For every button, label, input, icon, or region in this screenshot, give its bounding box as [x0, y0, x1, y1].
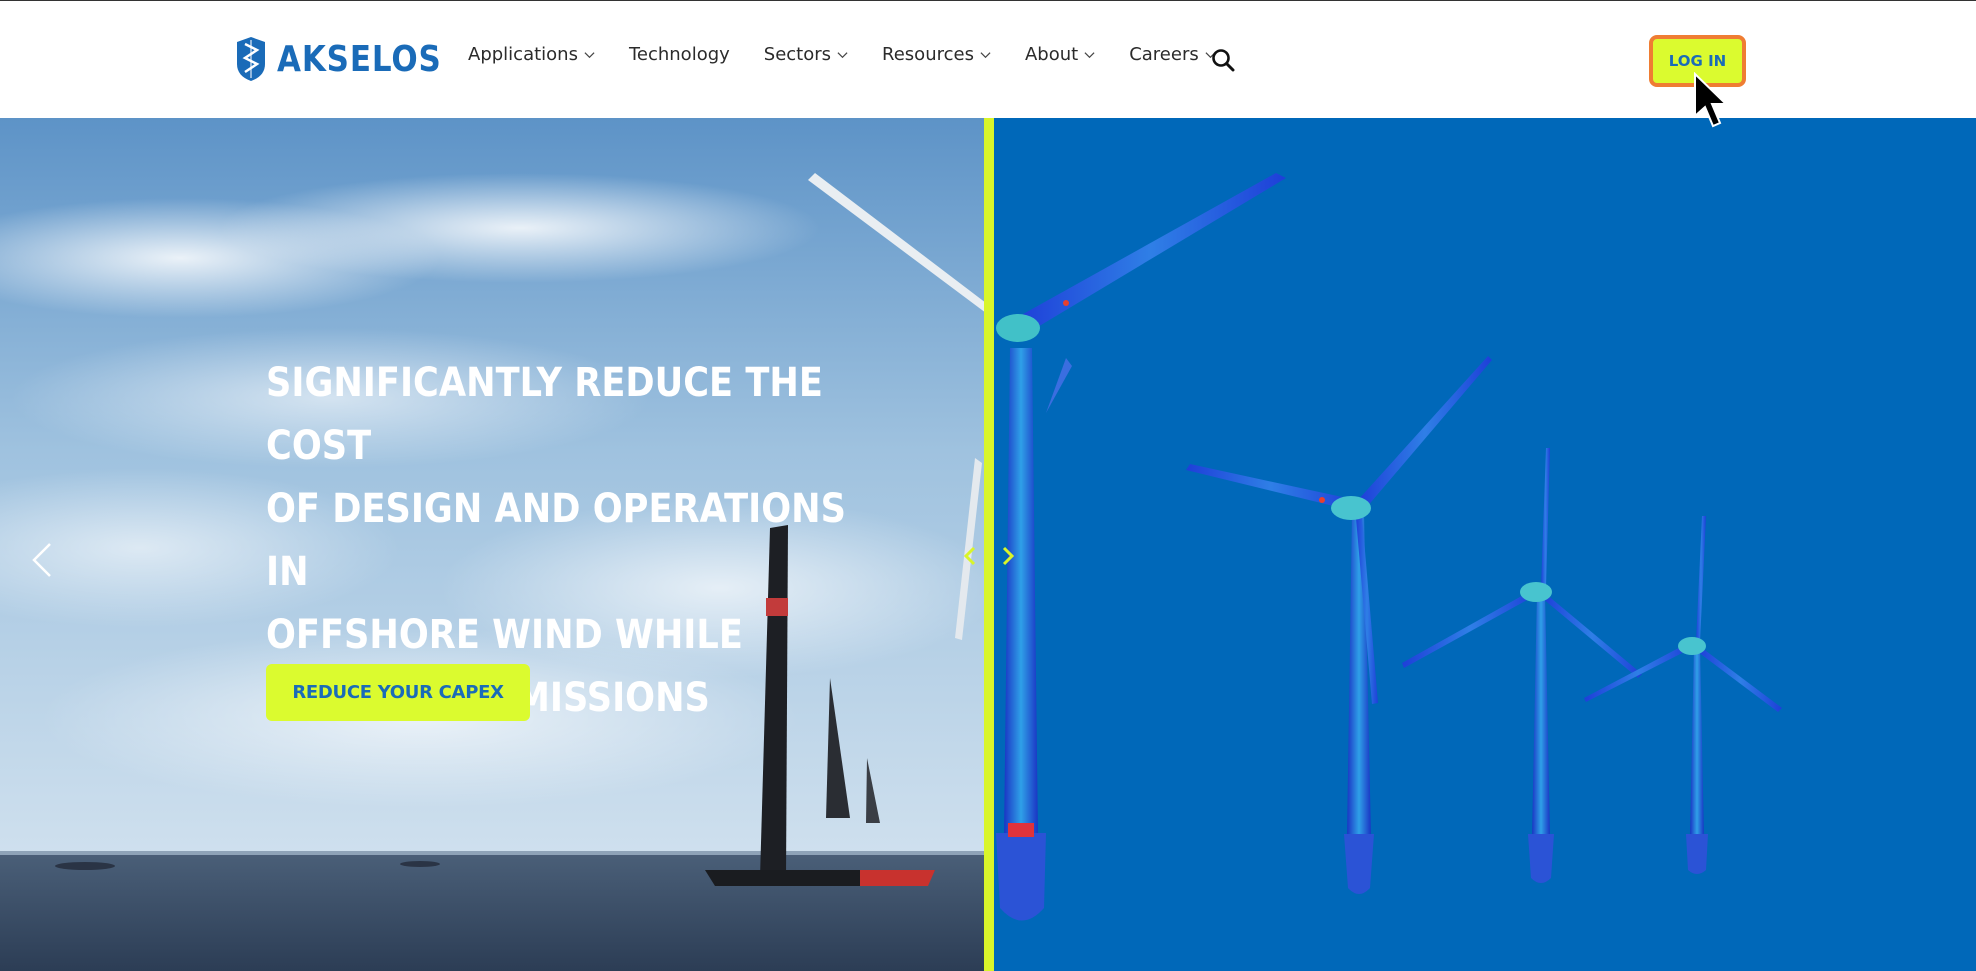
- chevron-down-icon: [1084, 52, 1095, 59]
- chevron-down-icon: [837, 52, 848, 59]
- nav-applications[interactable]: Applications: [468, 44, 595, 65]
- chevron-down-icon: [584, 52, 595, 59]
- nav-label: Sectors: [763, 44, 832, 65]
- nav-careers[interactable]: Careers: [1129, 44, 1216, 65]
- search-icon[interactable]: [1211, 48, 1235, 72]
- hero-slider: SIGNIFICANTLY REDUCE THE COST OF DESIGN …: [0, 118, 1976, 971]
- chevron-down-icon: [980, 52, 991, 59]
- nav-label: Careers: [1129, 44, 1199, 65]
- logo-shield-icon: [237, 37, 265, 81]
- headline-line: SIGNIFICANTLY REDUCE THE COST: [266, 360, 823, 469]
- mouse-cursor-icon: [1694, 72, 1729, 128]
- nav-label: About: [1024, 44, 1079, 65]
- chevron-left-icon[interactable]: [28, 540, 54, 580]
- akselos-logo[interactable]: AKSELOS: [233, 36, 468, 82]
- reduce-capex-button[interactable]: REDUCE YOUR CAPEX: [266, 664, 530, 721]
- nav-label: Resources: [882, 44, 974, 65]
- comparison-handle-icon[interactable]: [962, 544, 1016, 568]
- site-header: AKSELOS Applications Technology Sectors …: [0, 0, 1976, 118]
- main-nav: Applications Technology Sectors Resource…: [468, 44, 1250, 65]
- nav-resources[interactable]: Resources: [882, 44, 991, 65]
- nav-about[interactable]: About: [1025, 44, 1095, 65]
- nav-technology[interactable]: Technology: [629, 44, 730, 65]
- nav-sectors[interactable]: Sectors: [764, 44, 848, 65]
- simulation-render: [986, 118, 1976, 971]
- nav-label: Applications: [468, 44, 578, 65]
- nav-label: Technology: [628, 44, 730, 65]
- headline-line: OF DESIGN AND OPERATIONS IN: [266, 486, 846, 595]
- wind-turbine-simulation-image: [996, 173, 1782, 921]
- logo-text: AKSELOS: [277, 38, 442, 80]
- headline-line: OFFSHORE WIND WHILE: [266, 612, 743, 658]
